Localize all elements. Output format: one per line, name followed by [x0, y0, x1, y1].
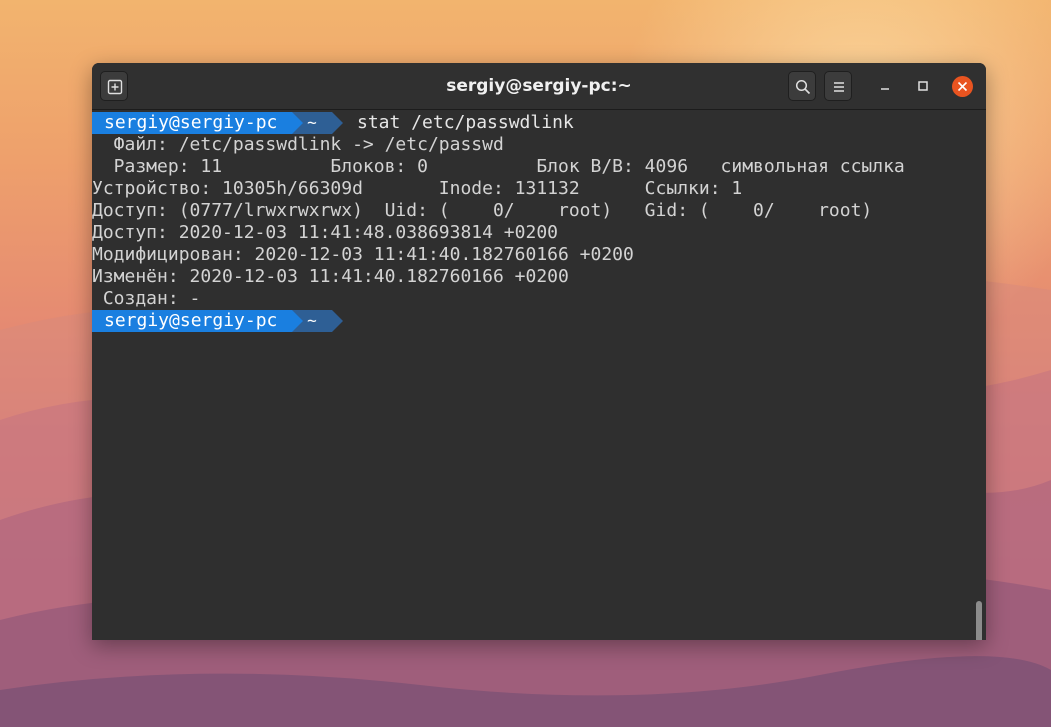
terminal-content[interactable]: sergiy@sergiy-pc ~ stat /etc/passwdlink …	[92, 111, 986, 640]
output-line: Устройство: 10305h/66309d Inode: 131132 …	[92, 178, 743, 199]
output-line: Изменён: 2020-12-03 11:41:40.182760166 +…	[92, 266, 569, 287]
terminal-window: sergiy@sergiy-pc:~ sergiy@sergiy-pc ~ st…	[92, 63, 986, 640]
command-text: stat /etc/passwdlink	[357, 112, 574, 133]
prompt-line: sergiy@sergiy-pc ~	[92, 310, 352, 332]
prompt-separator-icon	[332, 310, 343, 332]
output-line: Создан: -	[92, 288, 201, 309]
output-line: Доступ: (0777/lrwxrwxrwx) Uid: ( 0/ root…	[92, 200, 873, 221]
hamburger-menu-icon	[834, 82, 844, 92]
title-bar[interactable]: sergiy@sergiy-pc:~	[92, 63, 986, 110]
output-line: Доступ: 2020-12-03 11:41:48.038693814 +0…	[92, 222, 558, 243]
minimize-icon[interactable]	[875, 76, 895, 96]
scrollbar[interactable]	[976, 601, 982, 640]
output-line: Модифицирован: 2020-12-03 11:41:40.18276…	[92, 244, 634, 265]
close-icon	[957, 81, 968, 92]
prompt-user-host: sergiy@sergiy-pc	[92, 112, 292, 134]
search-icon	[795, 79, 811, 95]
prompt-separator-icon	[332, 112, 343, 134]
new-tab-button[interactable]	[100, 71, 128, 101]
prompt-separator-icon	[292, 310, 303, 332]
output-line: Размер: 11 Блоков: 0 Блок В/В: 4096 симв…	[92, 156, 905, 177]
prompt-separator-icon	[292, 112, 303, 134]
new-tab-icon	[107, 79, 123, 95]
search-button[interactable]	[788, 71, 816, 101]
menu-button[interactable]	[824, 71, 852, 101]
prompt-user-host: sergiy@sergiy-pc	[92, 310, 292, 332]
close-button[interactable]	[952, 76, 973, 97]
prompt-line: sergiy@sergiy-pc ~ stat /etc/passwdlink	[92, 112, 986, 134]
maximize-icon[interactable]	[913, 76, 933, 96]
output-line: Файл: /etc/passwdlink -> /etc/passwd	[92, 134, 504, 155]
